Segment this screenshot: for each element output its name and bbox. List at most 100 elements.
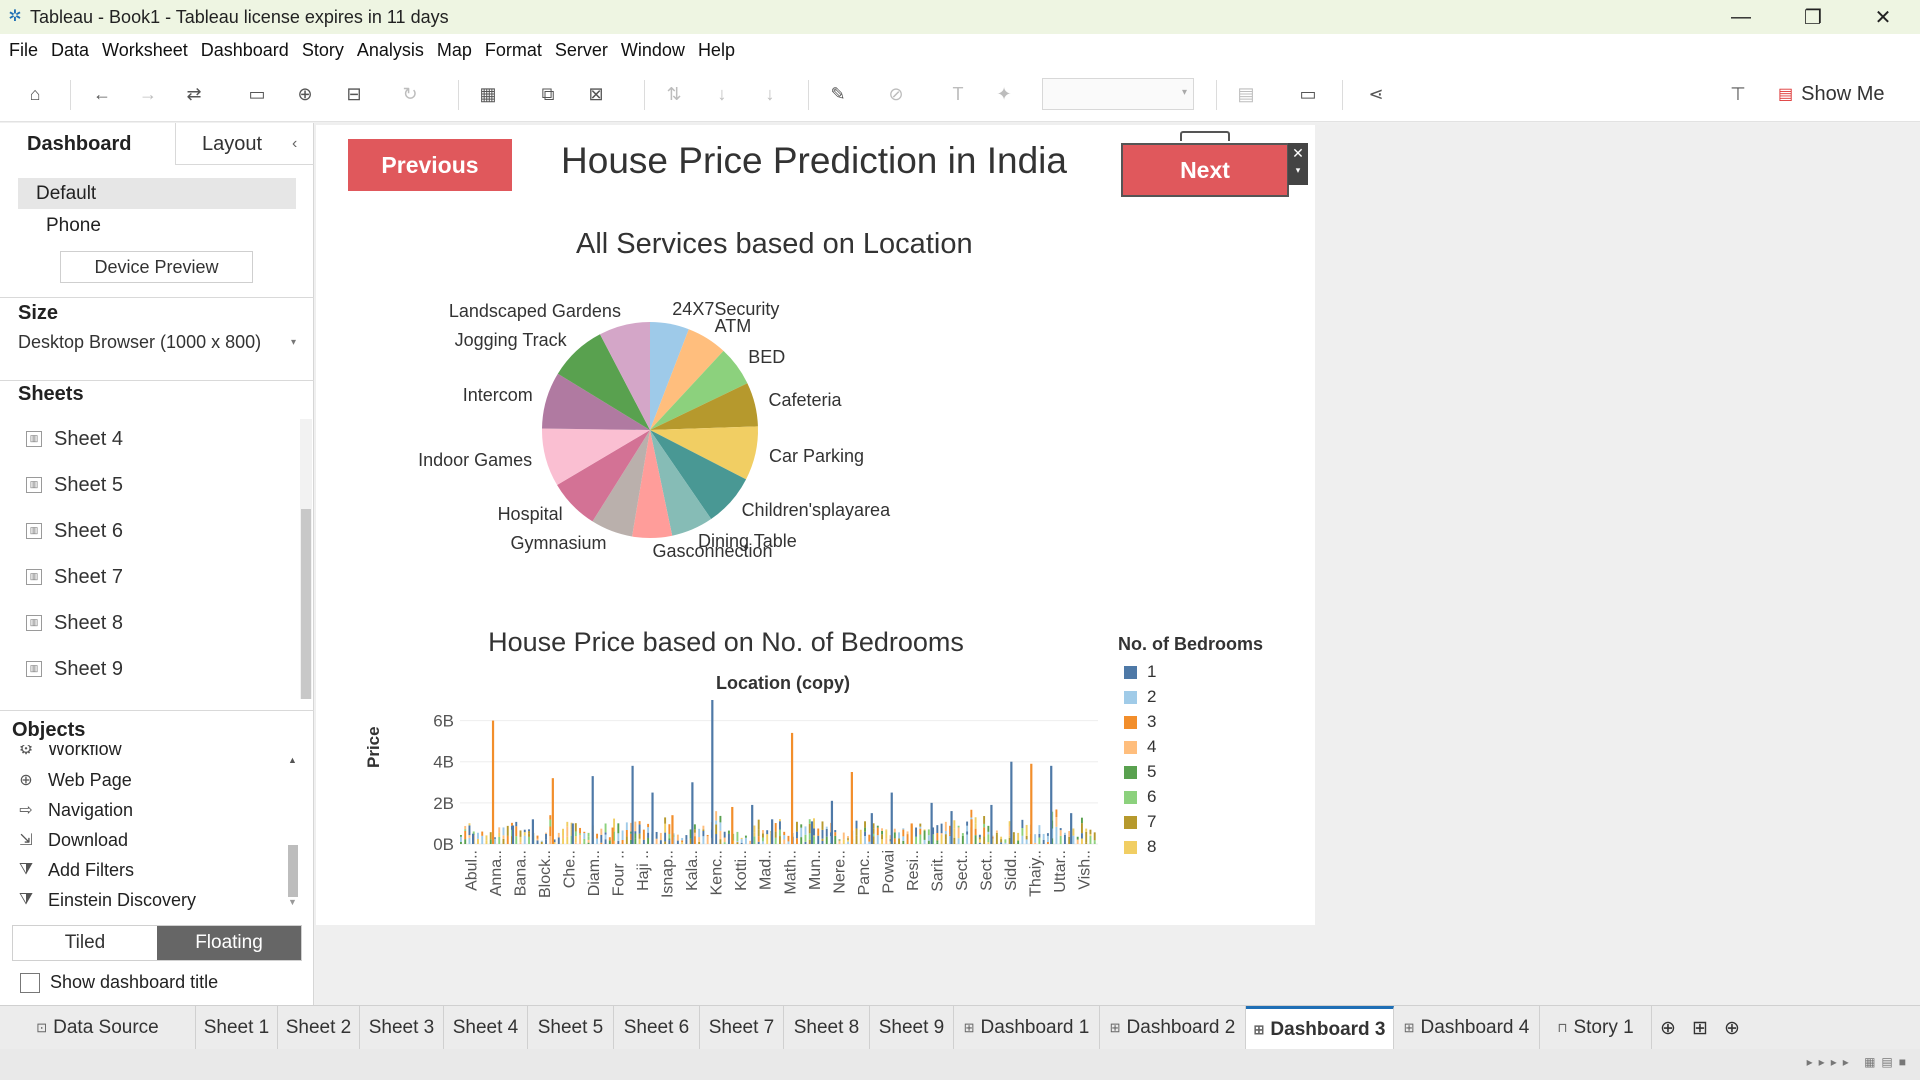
legend-item[interactable]: 1 [1124,662,1156,682]
bar-segment[interactable] [1055,817,1058,827]
bar-segment[interactable] [579,833,582,835]
bar-segment[interactable] [838,839,841,841]
bar-segment[interactable] [562,838,564,844]
bar-segment[interactable] [842,832,845,840]
bar-segment[interactable] [847,841,849,844]
format-painter-icon[interactable]: ⊤ [1724,80,1752,108]
bar[interactable] [472,833,475,844]
bar[interactable] [531,819,535,844]
bar-segment[interactable] [983,816,986,824]
bar-segment[interactable] [528,833,530,837]
bar-segment[interactable] [847,836,849,839]
bar-segment[interactable] [664,832,667,842]
bar-segment[interactable] [1046,839,1049,842]
bar[interactable] [691,782,694,844]
bar-segment[interactable] [464,839,467,844]
bar-segment[interactable] [1025,839,1028,844]
bar-segment[interactable] [953,828,956,838]
bar-segment[interactable] [995,830,998,833]
bar-segment[interactable] [978,842,981,844]
bar-segment[interactable] [957,837,960,839]
bar-segment[interactable] [881,839,883,844]
sheets-scrollbar[interactable] [300,419,312,699]
bar-segment[interactable] [1025,824,1028,834]
bar-segment[interactable] [936,840,939,843]
bar-segment[interactable] [864,827,866,832]
bar-segment[interactable] [506,825,509,836]
fit-dropdown[interactable]: ▾ [1042,78,1194,110]
bar-segment[interactable] [1072,835,1075,844]
bar-segment[interactable] [970,809,973,818]
menu-map[interactable]: Map [437,40,472,61]
bar-segment[interactable] [864,821,866,828]
bar-segment[interactable] [511,822,513,826]
bar-segment[interactable] [774,837,777,844]
legend-item[interactable]: 4 [1124,737,1156,757]
bar-segment[interactable] [498,836,501,844]
bar-segment[interactable] [936,842,939,844]
bar-segment[interactable] [664,823,667,833]
more-options-icon[interactable]: ▾ [1288,163,1308,181]
home-icon[interactable]: ⌂ [21,80,49,108]
bar-segment[interactable] [898,838,901,844]
bar-segment[interactable] [600,842,603,844]
bar-segment[interactable] [464,830,467,840]
objects-scrollbar[interactable]: ▲ ▼ [287,753,299,911]
bar-segment[interactable] [808,839,811,844]
bar-segment[interactable] [464,825,467,830]
bar-segment[interactable] [698,837,701,842]
bar-segment[interactable] [519,836,522,843]
bar-segment[interactable] [813,835,815,837]
bar-segment[interactable] [915,827,918,837]
pause-updates-icon[interactable]: ⊟ [340,80,368,108]
bar-segment[interactable] [502,835,505,839]
bar-segment[interactable] [1000,839,1003,843]
bar-segment[interactable] [1063,832,1066,835]
bar[interactable] [870,813,873,844]
bar-segment[interactable] [642,829,645,840]
sort-descending-icon[interactable]: ↓ [756,80,784,108]
menu-file[interactable]: File [9,40,38,61]
bar-segment[interactable] [736,831,739,841]
remove-object-icon[interactable]: ✕ [1288,143,1308,163]
bar-segment[interactable] [774,823,777,832]
bar-segment[interactable] [659,832,662,841]
tab-sheet-8[interactable]: Sheet 8 [784,1006,870,1050]
sheet-item[interactable]: ▥ Sheet 9 [26,654,123,684]
legend-item[interactable]: 6 [1124,787,1156,807]
bar-segment[interactable] [617,823,620,834]
bar-segment[interactable] [1093,832,1096,841]
sheet-item[interactable]: ▥ Sheet 7 [26,562,123,592]
object-navigation[interactable]: ⇨ Navigation [16,796,133,824]
bar-segment[interactable] [1093,840,1096,842]
bar-segment[interactable] [923,829,926,831]
bar-segment[interactable] [821,821,824,830]
tab-sheet-2[interactable]: Sheet 2 [278,1006,360,1050]
bar-segment[interactable] [698,841,701,844]
refresh-icon[interactable]: ↻ [396,80,424,108]
bar-segment[interactable] [566,821,569,827]
bar-segment[interactable] [681,837,684,841]
bar-segment[interactable] [804,841,807,844]
bar-segment[interactable] [876,827,879,836]
bar-segment[interactable] [893,842,896,844]
bar-segment[interactable] [1046,833,1049,836]
tab-dashboard-2[interactable]: ⊞ Dashboard 2 [1100,1006,1246,1050]
bar-segment[interactable] [847,838,849,840]
bar-segment[interactable] [868,841,871,844]
bar-segment[interactable] [494,838,496,844]
bar-segment[interactable] [477,832,479,839]
bar-segment[interactable] [528,831,530,834]
bar-segment[interactable] [1017,832,1020,841]
bar-segment[interactable] [604,832,607,835]
bar-segment[interactable] [868,834,871,842]
bar-segment[interactable] [625,822,628,830]
bar-segment[interactable] [634,838,637,844]
bar-segment[interactable] [940,833,943,835]
bar-segment[interactable] [1025,835,1028,840]
bar-segment[interactable] [944,839,947,844]
bar-segment[interactable] [821,829,824,839]
bar-segment[interactable] [796,838,798,844]
bar-segment[interactable] [808,833,811,840]
bar-segment[interactable] [642,839,645,844]
